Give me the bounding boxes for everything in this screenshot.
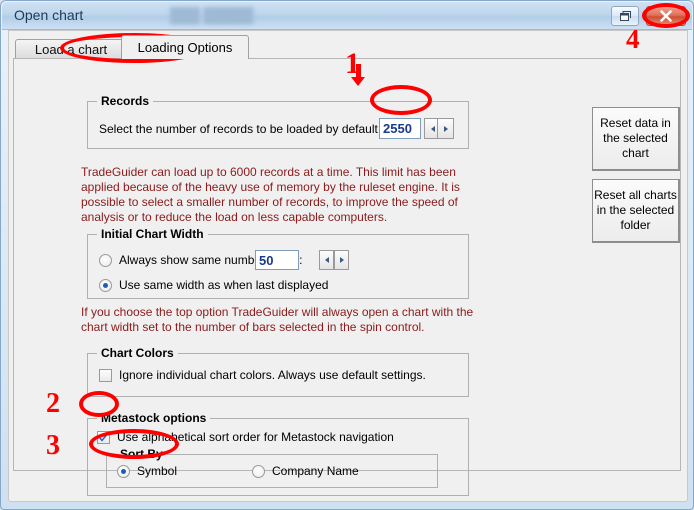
sort-by-group: Sort By Symbol Company Name	[106, 447, 438, 488]
window-title: Open chart	[14, 7, 84, 23]
reset-data-in-selected-chart-label: Reset data in the selected chart	[600, 116, 671, 160]
checkbox-ignore-chart-colors-label: Ignore individual chart colors. Always u…	[119, 368, 426, 382]
metastock-options-group: Metastock options Use alphabetical sort …	[87, 411, 469, 496]
bars-spin-down-button[interactable]	[319, 250, 334, 270]
reset-all-charts-in-selected-folder-button[interactable]: Reset all charts in the selected folder	[592, 179, 680, 243]
records-spin-up-button[interactable]	[437, 118, 454, 139]
check-icon	[98, 433, 109, 442]
window-subtitle-blurred: ███ █████	[170, 7, 254, 23]
close-icon	[660, 10, 672, 22]
bars-input[interactable]: 50	[255, 250, 299, 270]
annotation-number-1: 1	[345, 47, 360, 80]
records-input[interactable]: 2550	[379, 118, 421, 139]
radio-sort-by-symbol[interactable]	[117, 465, 130, 478]
bars-spin-up-button[interactable]	[334, 250, 349, 270]
bars-input-value: 50	[259, 252, 274, 268]
caret-left-icon	[430, 125, 435, 132]
restore-window-glyph	[619, 10, 631, 21]
caret-left-icon	[324, 257, 329, 263]
records-label: Select the number of records to be loade…	[99, 122, 412, 136]
radio-always-show-bars[interactable]	[99, 254, 112, 267]
records-group-title: Records	[97, 94, 154, 108]
tab-load-a-chart[interactable]: Load a chart	[15, 39, 127, 59]
client-area: Load a chart Loading Options Records Sel…	[8, 30, 688, 502]
restore-window-icon[interactable]	[611, 6, 639, 26]
tab-load-a-chart-label: Load a chart	[34, 42, 108, 57]
caret-right-icon	[443, 125, 448, 132]
chart-colors-group-title: Chart Colors	[97, 346, 178, 360]
records-input-value: 2550	[383, 121, 412, 136]
checkbox-alphabetical-sort-label: Use alphabetical sort order for Metastoc…	[117, 430, 394, 444]
reset-data-in-selected-chart-button[interactable]: Reset data in the selected chart	[592, 107, 680, 171]
radio-use-last-width[interactable]	[99, 279, 112, 292]
radio-sort-by-company-name-label: Company Name	[272, 464, 359, 478]
checkbox-alphabetical-sort[interactable]	[97, 431, 110, 444]
tab-loading-options[interactable]: Loading Options	[121, 35, 249, 59]
records-note: TradeGuider can load up to 6000 records …	[81, 165, 460, 224]
annotation-number-3: 3	[46, 430, 60, 461]
radio-sort-by-symbol-label: Symbol	[137, 464, 178, 478]
tab-loading-options-label: Loading Options	[137, 40, 233, 55]
checkbox-ignore-chart-colors[interactable]	[99, 369, 112, 382]
metastock-options-group-title: Metastock options	[97, 411, 211, 425]
radio-sort-by-company-name[interactable]	[252, 465, 265, 478]
radio-use-last-width-label: Use same width as when last displayed	[119, 278, 329, 292]
sort-by-group-title: Sort By	[116, 447, 167, 461]
open-chart-window: Open chart ███ █████ Load a chart Loadin…	[0, 0, 694, 510]
close-button[interactable]	[646, 6, 686, 26]
annotation-number-4: 4	[626, 24, 640, 54]
chart-width-note: If you choose the top option TradeGuider…	[81, 305, 474, 334]
annotation-number-2: 2	[46, 388, 60, 419]
reset-all-charts-in-selected-folder-label: Reset all charts in the selected folder	[594, 188, 677, 232]
title-bar: Open chart ███ █████	[2, 2, 692, 30]
initial-chart-width-group-title: Initial Chart Width	[97, 227, 208, 241]
caret-right-icon	[339, 257, 344, 263]
